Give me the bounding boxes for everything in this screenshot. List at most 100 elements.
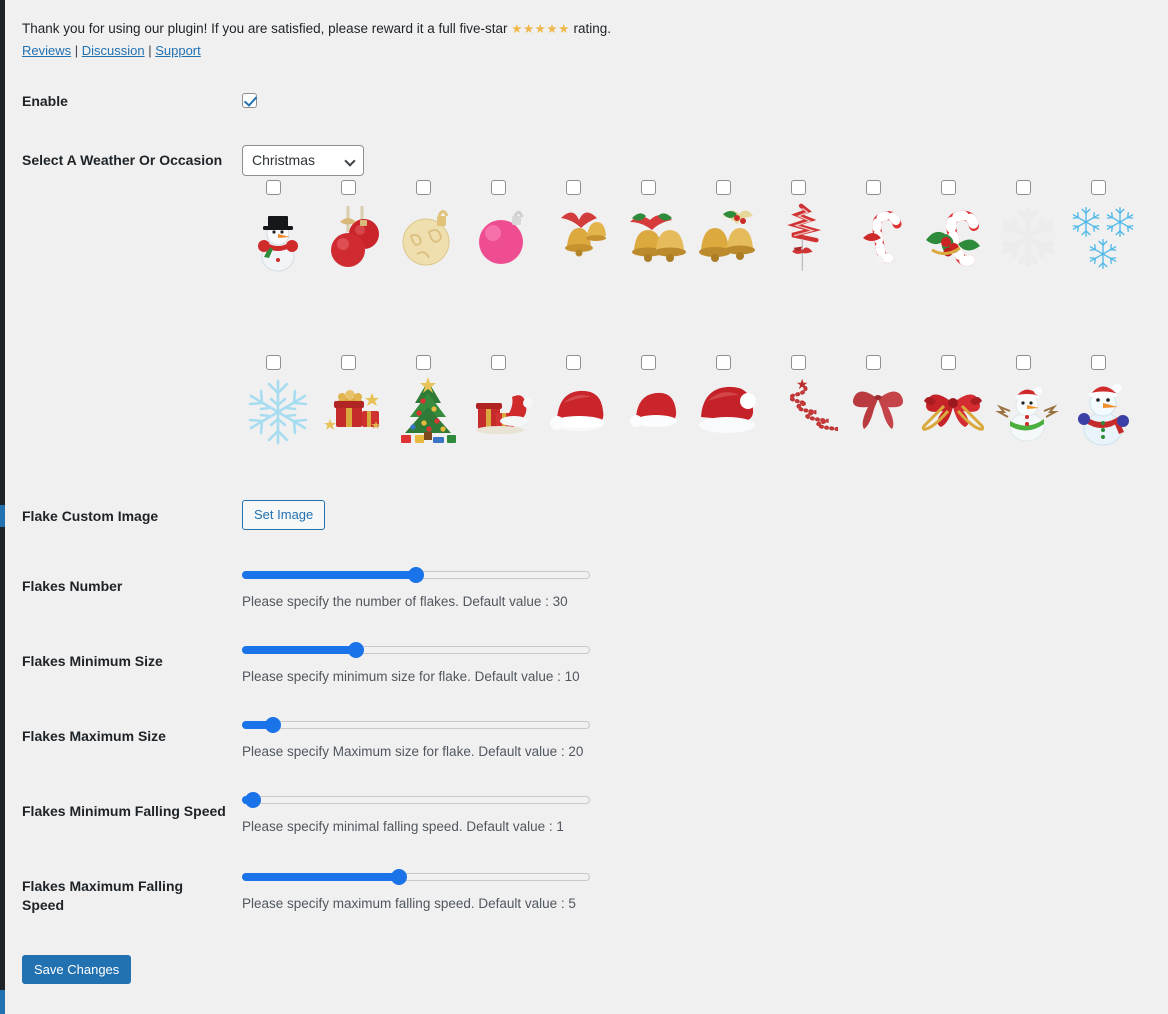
flake-option-gold-bells-holly[interactable] [617, 180, 692, 274]
flake-checkbox-gift-box-stars[interactable] [341, 355, 356, 370]
candy-cane-holly-icon [917, 202, 989, 274]
flake-checkbox-gold-ornament-ball[interactable] [416, 180, 431, 195]
flake-option-gold-bells-red-ribbon[interactable] [542, 180, 617, 274]
flake-option-snowman-red-scarf[interactable] [1067, 355, 1142, 449]
flake-option-red-gold-bow[interactable] [917, 355, 992, 449]
flake-checkbox-red-ribbon-bow[interactable] [866, 355, 881, 370]
flakes-minimum-size-slider[interactable] [242, 640, 590, 660]
flake-checkbox-gifts-santa-hat[interactable] [491, 355, 506, 370]
flakes-maximum-size-label: Flakes Maximum Size [22, 728, 166, 744]
enable-label: Enable [22, 93, 68, 109]
flake-checkbox-gold-bells-holly[interactable] [641, 180, 656, 195]
flake-option-candy-cane-holly[interactable] [917, 180, 992, 274]
notice-text-before: Thank you for using our plugin! If you a… [22, 21, 512, 36]
flake-option-candy-cane-small[interactable] [842, 180, 917, 274]
flake-option-gold-bells-holly-bow[interactable] [692, 180, 767, 274]
flake-checkbox-red-gold-bow[interactable] [941, 355, 956, 370]
flakes-maximum-size-help: Please specify Maximum size for flake. D… [242, 744, 584, 759]
flake-checkbox-red-baubles-hanging[interactable] [341, 180, 356, 195]
flakes-minimum-falling-speed-label: Flakes Minimum Falling Speed [22, 803, 226, 819]
flake-checkbox-white-snowflake[interactable] [1016, 180, 1031, 195]
flake-checkbox-snowman-red-scarf[interactable] [1091, 355, 1106, 370]
flake-checkbox-santa-hat-small[interactable] [641, 355, 656, 370]
link-separator-1: | [71, 42, 82, 58]
discussion-link[interactable]: Discussion [82, 43, 145, 58]
flake-option-white-snowflake[interactable] [992, 180, 1067, 274]
flake-option-snowman-tophat[interactable] [242, 180, 317, 274]
flakes-minimum-size-fill [242, 646, 357, 654]
flakes-minimum-size-help: Please specify minimum size for flake. D… [242, 669, 580, 684]
occasion-select[interactable]: Christmas [242, 145, 364, 176]
flake-option-decorated-christmas-tree[interactable] [392, 355, 467, 449]
flakes-maximum-falling-speed-thumb[interactable] [391, 869, 408, 885]
snowman-red-scarf-icon [1067, 377, 1139, 449]
flake-checkbox-snowman-tophat[interactable] [266, 180, 281, 195]
pink-ornament-ball-icon [467, 202, 539, 274]
notice-links: Reviews | Discussion | Support [22, 41, 611, 62]
flakes-maximum-falling-speed-slider[interactable] [242, 867, 590, 887]
occasion-label: Select A Weather Or Occasion [22, 152, 223, 168]
support-link[interactable]: Support [155, 43, 201, 58]
flake-checkbox-gold-bells-red-ribbon[interactable] [566, 180, 581, 195]
flakes-maximum-falling-speed-label: Flakes Maximum Falling Speed [22, 878, 184, 913]
reviews-link[interactable]: Reviews [22, 43, 71, 58]
striped-ribbon-tree-icon [767, 202, 839, 274]
custom-image-label: Flake Custom Image [22, 508, 159, 524]
flake-option-gold-ornament-ball[interactable] [392, 180, 467, 274]
flake-checkbox-gold-bells-holly-bow[interactable] [716, 180, 731, 195]
flake-option-pink-ornament-ball[interactable] [467, 180, 542, 274]
red-gold-bow-icon [917, 377, 989, 449]
flake-option-blue-snowflakes-trio[interactable] [1067, 180, 1142, 274]
flake-checkbox-snowman-green-scarf[interactable] [1016, 355, 1031, 370]
flake-checkbox-blue-snowflake-large[interactable] [266, 355, 281, 370]
flake-checkbox-santa-hat-pompom[interactable] [716, 355, 731, 370]
flake-checkbox-striped-ribbon-tree[interactable] [791, 180, 806, 195]
flakes-number-help: Please specify the number of flakes. Def… [242, 594, 568, 609]
flake-checkbox-beaded-spiral-tree[interactable] [791, 355, 806, 370]
enable-checkbox[interactable] [242, 93, 257, 109]
five-star-icon: ★★★★★ [511, 22, 570, 36]
blue-snowflake-large-icon [242, 377, 314, 449]
flake-option-red-baubles-hanging[interactable] [317, 180, 392, 274]
flake-option-red-ribbon-bow[interactable] [842, 355, 917, 449]
save-changes-button[interactable]: Save Changes [22, 955, 132, 984]
flake-option-santa-hat-side[interactable] [542, 355, 617, 449]
flake-option-striped-ribbon-tree[interactable] [767, 180, 842, 274]
flake-checkbox-candy-cane-small[interactable] [866, 180, 881, 195]
flakes-minimum-falling-speed-slider[interactable] [242, 790, 590, 810]
flake-option-beaded-spiral-tree[interactable] [767, 355, 842, 449]
plugin-settings-page: Thank you for using our plugin! If you a… [0, 0, 1168, 1014]
flakes-maximum-size-track [242, 721, 590, 729]
gift-box-stars-icon [317, 377, 389, 449]
flakes-maximum-falling-speed-help: Please specify maximum falling speed. De… [242, 896, 576, 911]
flake-option-santa-hat-pompom[interactable] [692, 355, 767, 449]
flakes-number-label: Flakes Number [22, 578, 123, 594]
flake-checkbox-candy-cane-holly[interactable] [941, 180, 956, 195]
flake-option-blue-snowflake-large[interactable] [242, 355, 317, 449]
flakes-number-fill [242, 571, 416, 579]
link-separator-2: | [144, 42, 156, 58]
flakes-number-slider[interactable] [242, 565, 590, 585]
gold-ornament-ball-icon [392, 202, 464, 274]
flake-checkbox-santa-hat-side[interactable] [566, 355, 581, 370]
flake-option-gifts-santa-hat[interactable] [467, 355, 542, 449]
flakes-minimum-size-thumb[interactable] [348, 642, 365, 658]
flakes-maximum-size-thumb[interactable] [265, 717, 282, 733]
flake-option-snowman-green-scarf[interactable] [992, 355, 1067, 449]
flakes-number-thumb[interactable] [408, 567, 424, 583]
flake-option-gift-box-stars[interactable] [317, 355, 392, 449]
flake-checkbox-decorated-christmas-tree[interactable] [416, 355, 431, 370]
plugin-rating-notice: Thank you for using our plugin! If you a… [22, 18, 611, 61]
gold-bells-holly-bow-icon [692, 202, 764, 274]
flake-checkbox-pink-ornament-ball[interactable] [491, 180, 506, 195]
set-image-button[interactable]: Set Image [242, 500, 326, 530]
flake-option-santa-hat-small[interactable] [617, 355, 692, 449]
flake-checkbox-blue-snowflakes-trio[interactable] [1091, 180, 1106, 195]
gold-bells-red-ribbon-icon [542, 202, 614, 274]
flakes-minimum-falling-speed-help: Please specify minimal falling speed. De… [242, 819, 564, 834]
flakes-maximum-size-slider[interactable] [242, 715, 590, 735]
gold-bells-holly-icon [617, 202, 689, 274]
santa-hat-pompom-icon [692, 377, 764, 449]
santa-hat-side-icon [542, 377, 614, 449]
flakes-minimum-falling-speed-thumb[interactable] [245, 792, 262, 808]
